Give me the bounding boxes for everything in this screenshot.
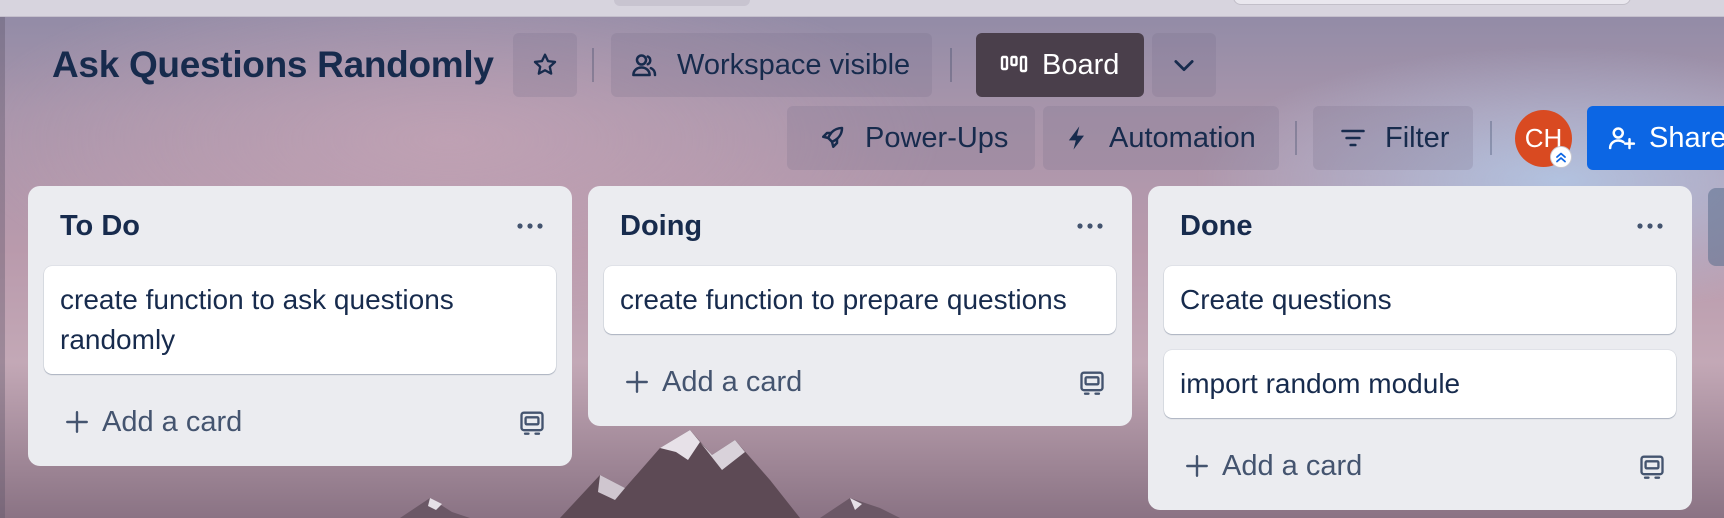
add-card-button[interactable]: Add a card — [624, 366, 802, 399]
list-actions-button[interactable] — [1632, 216, 1668, 236]
browser-top-strip — [0, 0, 1724, 17]
star-icon — [533, 53, 557, 75]
ellipsis-icon — [1637, 223, 1663, 229]
header-divider — [1295, 121, 1297, 155]
browser-search-bar[interactable] — [1233, 0, 1631, 5]
plus-icon — [626, 371, 648, 393]
filter-label: Filter — [1385, 121, 1450, 154]
ellipsis-icon — [1077, 223, 1103, 229]
list-header: Done — [1148, 186, 1692, 266]
add-person-icon — [1608, 127, 1636, 150]
list-done: Done Create questions import random modu… — [1148, 186, 1692, 510]
lightning-icon — [1068, 126, 1084, 150]
add-card-row: Add a card — [588, 350, 1132, 414]
add-card-label: Add a card — [662, 365, 803, 398]
card-template-icon[interactable] — [1078, 368, 1106, 396]
list-header: To Do — [28, 186, 572, 266]
power-ups-button[interactable]: Power-Ups — [787, 106, 1035, 170]
admin-badge — [1550, 146, 1572, 168]
card-template-icon[interactable] — [1638, 452, 1666, 480]
share-button[interactable]: Share — [1587, 106, 1724, 170]
list-title[interactable]: Done — [1180, 210, 1253, 243]
workspace-visibility-label: Workspace visible — [677, 48, 911, 81]
card-template-icon[interactable] — [518, 408, 546, 436]
rocket-icon — [822, 126, 844, 148]
ellipsis-icon — [517, 223, 543, 229]
add-card-label: Add a card — [1222, 449, 1363, 482]
power-ups-label: Power-Ups — [865, 121, 1009, 154]
header-divider — [1490, 121, 1492, 155]
add-card-row: Add a card — [28, 390, 572, 454]
star-board-button[interactable] — [513, 33, 577, 97]
plus-icon — [66, 411, 88, 433]
list-title[interactable]: To Do — [60, 210, 140, 243]
add-card-button[interactable]: Add a card — [1184, 450, 1362, 483]
people-icon — [632, 54, 657, 77]
list-to-do: To Do create function to ask questions r… — [28, 186, 572, 466]
double-chevron-up-icon — [1556, 152, 1566, 163]
automation-label: Automation — [1109, 121, 1256, 154]
list-header: Doing — [588, 186, 1132, 266]
filter-button[interactable]: Filter — [1313, 106, 1473, 170]
list-title[interactable]: Doing — [620, 210, 702, 243]
filter-icon — [1341, 129, 1365, 147]
add-card-row: Add a card — [1148, 434, 1692, 498]
board-view-button[interactable]: Board — [976, 33, 1144, 97]
board-columns-icon — [1000, 55, 1028, 73]
header-divider — [592, 48, 594, 82]
card[interactable]: import random module — [1164, 350, 1676, 418]
list-doing: Doing create function to prepare questio… — [588, 186, 1132, 426]
share-label: Share — [1649, 121, 1724, 154]
workspace-visibility-button[interactable]: Workspace visible — [611, 33, 932, 97]
automation-button[interactable]: Automation — [1043, 106, 1279, 170]
add-card-button[interactable]: Add a card — [64, 406, 242, 439]
board-title[interactable]: Ask Questions Randomly — [52, 43, 494, 87]
card[interactable]: create function to prepare questions — [604, 266, 1116, 334]
plus-icon — [1186, 455, 1208, 477]
view-switcher-button[interactable] — [1152, 33, 1216, 97]
card[interactable]: Create questions — [1164, 266, 1676, 334]
add-card-label: Add a card — [102, 405, 243, 438]
next-list-edge — [1708, 188, 1724, 266]
browser-tab[interactable] — [614, 0, 750, 6]
header-divider — [950, 48, 952, 82]
chevron-down-icon — [1174, 60, 1194, 72]
board-view-label: Board — [1042, 48, 1120, 81]
card[interactable]: create function to ask questions randoml… — [44, 266, 556, 374]
list-actions-button[interactable] — [512, 216, 548, 236]
list-actions-button[interactable] — [1072, 216, 1108, 236]
